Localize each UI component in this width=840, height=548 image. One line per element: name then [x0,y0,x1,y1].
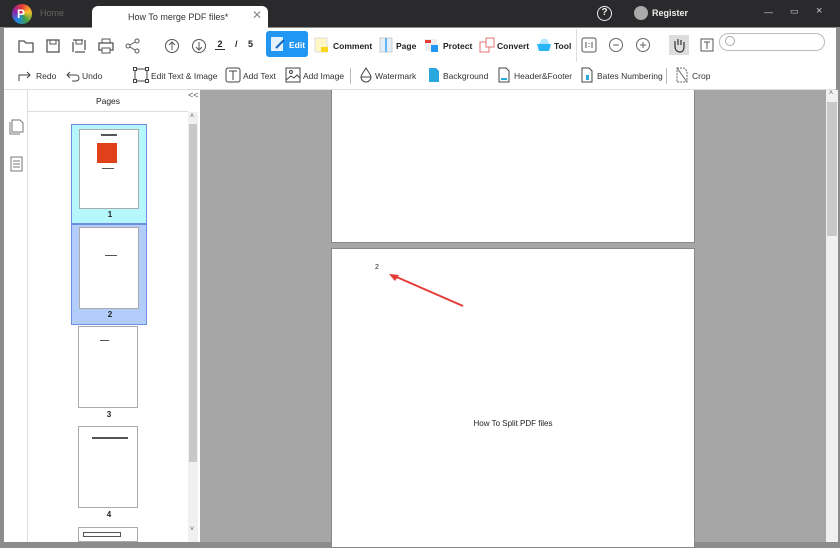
bates-numbering-icon[interactable] [578,66,596,84]
watermark-button[interactable]: Watermark [375,71,416,81]
maximize-button[interactable]: ▭ [790,6,799,17]
tab-document[interactable]: How To merge PDF files* ✕ [92,6,268,28]
close-window-button[interactable]: × [816,5,822,17]
scroll-down-icon[interactable]: ˅ [190,526,194,533]
edit-pencil-icon [269,35,287,53]
scroll-up-icon[interactable]: ˄ [190,113,194,120]
minimize-button[interactable]: — [764,7,773,17]
tool-icon[interactable] [535,36,553,54]
page-thumbnail[interactable]: 1 [71,124,147,224]
page-number-text: 2 [375,264,379,271]
convert-icon[interactable] [478,36,496,54]
document-page-2: 2 How To Split PDF files [331,248,695,548]
comment-tab-button[interactable]: Comment [333,41,372,51]
header-footer-icon[interactable] [495,66,513,84]
pages-scrollbar-thumb[interactable] [189,124,197,462]
redo-icon[interactable] [16,67,34,85]
watermark-icon[interactable] [357,66,375,84]
bates-numbering-button[interactable]: Bates Numbering [597,71,663,81]
print-icon[interactable] [97,37,115,55]
search-icon [725,36,735,46]
background-icon[interactable] [425,66,443,84]
page-number: 1 [107,210,113,219]
pages-panel: Pages << ˄ ˅ 1 2 3 4 [28,90,200,542]
previous-page-icon[interactable] [163,37,181,55]
red-arrow-annotation [389,274,464,307]
page-number: 4 [106,510,112,519]
app-logo: P [12,4,32,24]
page-number: 3 [106,410,112,419]
scroll-up-icon[interactable]: ˄ [829,90,833,97]
background-button[interactable]: Background [443,71,488,81]
register-link[interactable]: Register [652,8,688,18]
user-avatar-icon[interactable] [634,6,648,20]
undo-icon[interactable] [64,67,82,85]
tab-document-label: How To merge PDF files* [128,12,229,22]
add-image-button[interactable]: Add Image [303,71,344,81]
convert-tab-button[interactable]: Convert [497,41,529,51]
collapse-panel-button[interactable]: << [188,90,199,100]
open-folder-icon[interactable] [17,37,35,55]
page-title-text: How To Split PDF files [473,419,553,428]
next-page-icon[interactable] [190,37,208,55]
document-page-1 [331,90,695,243]
select-text-icon[interactable] [698,36,716,54]
comment-icon[interactable] [313,36,331,54]
protect-icon[interactable] [423,36,441,54]
header-footer-button[interactable]: Header&Footer [514,71,572,81]
current-page-input[interactable]: 2 [215,39,225,50]
search-input[interactable] [719,33,825,51]
redo-button[interactable]: Redo [36,71,56,81]
pages-panel-title: Pages [28,90,188,112]
edit-label: Edit [289,40,306,50]
zoom-out-icon[interactable] [607,36,625,54]
page-tab-button[interactable]: Page [396,41,416,51]
zoom-in-icon[interactable] [634,36,652,54]
page-icon[interactable] [377,36,395,54]
thumbnail-image [78,426,138,508]
add-image-icon[interactable] [284,66,302,84]
share-icon[interactable] [124,37,142,55]
help-button[interactable]: ? [597,6,612,21]
divider [576,29,577,62]
crop-icon[interactable] [673,66,691,84]
close-tab-icon[interactable]: ✕ [252,8,262,22]
page-separator: / [235,39,238,49]
hand-tool-button[interactable] [669,35,689,55]
divider [350,68,351,84]
page-thumbnail[interactable]: 4 [71,426,147,526]
page-thumbnail-selected[interactable]: 2 [71,224,147,325]
title-bar: P Home How To merge PDF files* ✕ ? Regis… [0,0,840,28]
crop-button[interactable]: Crop [692,71,710,81]
outline-panel-icon[interactable] [7,155,25,173]
protect-tab-button[interactable]: Protect [443,41,472,51]
add-text-button[interactable]: Add Text [243,71,276,81]
actual-size-icon[interactable] [580,36,598,54]
document-view: 2 How To Split PDF files [200,90,826,548]
save-icon[interactable] [44,37,62,55]
hand-icon [670,36,688,54]
undo-button[interactable]: Undo [82,71,102,81]
side-icon-strip [4,90,28,542]
save-as-icon[interactable] [70,37,88,55]
thumbnail-image [79,227,139,309]
page-thumbnail[interactable] [78,527,138,542]
page-thumbnail[interactable]: 3 [71,326,147,426]
thumbnail-image [78,326,138,408]
thumbnail-image [79,129,139,209]
edit-text-image-icon[interactable] [132,66,150,84]
add-text-icon[interactable] [224,66,242,84]
tool-tab-button[interactable]: Tool [554,41,571,51]
edit-toolbar: Redo Undo Edit Text & Image Add Text Add… [4,62,836,90]
edit-tab-button[interactable]: Edit [266,31,308,57]
tab-home[interactable]: Home [40,8,64,18]
document-scrollbar-thumb[interactable] [827,102,837,236]
thumbnail-cover-image [97,143,117,163]
page-number: 2 [107,310,113,319]
total-pages: 5 [248,39,254,49]
divider [666,68,667,84]
pages-panel-icon[interactable] [7,118,25,136]
edit-text-image-button[interactable]: Edit Text & Image [151,71,217,81]
